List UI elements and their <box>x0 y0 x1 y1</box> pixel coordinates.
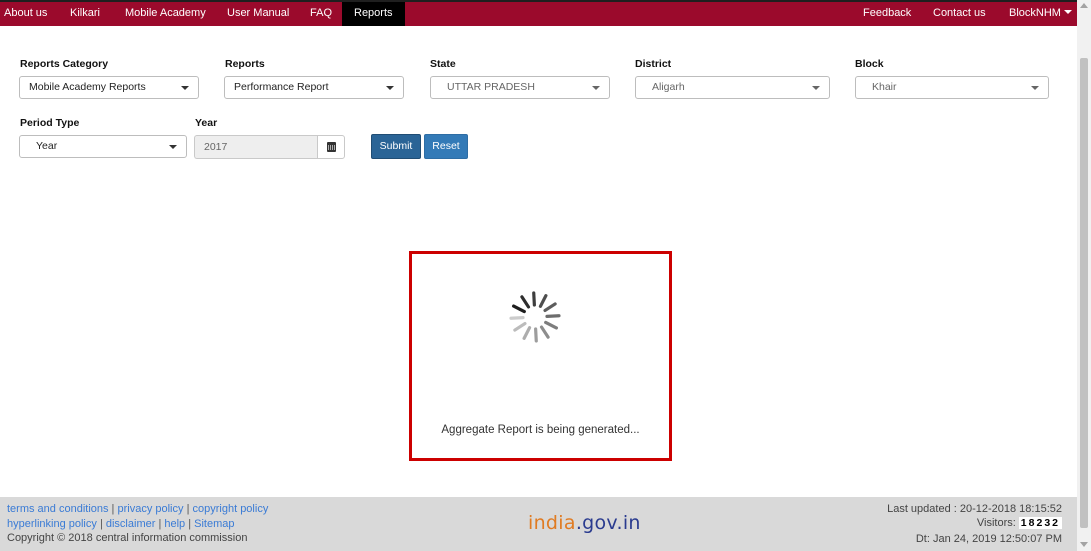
scroll-down-arrow-icon[interactable] <box>1080 542 1088 547</box>
state-label: State <box>430 58 456 70</box>
india-gov-logo[interactable]: india.gov.in <box>528 512 641 534</box>
visitors-count: 18232 <box>1018 517 1062 529</box>
nav-about-us[interactable]: About us <box>4 2 47 26</box>
year-label: Year <box>195 117 218 129</box>
spinner-spoke <box>513 321 527 332</box>
help-link[interactable]: help <box>164 518 185 530</box>
submit-button[interactable]: Submit <box>371 134 421 159</box>
reports-category-value: Mobile Academy Reports <box>29 81 146 93</box>
nav-reports[interactable]: Reports <box>342 2 405 26</box>
current-date-time: Dt: Jan 24, 2019 12:50:07 PM <box>915 533 1062 545</box>
footer: terms and conditions | privacy policy | … <box>0 497 1077 551</box>
sitemap-link[interactable]: Sitemap <box>194 518 234 530</box>
hyperlinking-policy-link[interactable]: hyperlinking policy <box>7 518 97 530</box>
calendar-button[interactable] <box>317 135 345 159</box>
scroll-up-arrow-icon[interactable] <box>1080 3 1088 8</box>
copyright-policy-link[interactable]: copyright policy <box>193 503 269 515</box>
block-label: Block <box>855 58 884 70</box>
spinner-spoke <box>522 326 532 340</box>
period-type-value: Year <box>36 140 58 152</box>
user-menu-label: BlockNHM <box>1009 7 1061 19</box>
period-type-label: Period Type <box>20 117 80 129</box>
reports-category-label: Reports Category <box>20 58 109 70</box>
block-select[interactable]: Khair <box>855 76 1049 99</box>
scrollbar-thumb[interactable] <box>1080 58 1088 528</box>
period-type-select[interactable]: Year <box>19 135 187 158</box>
spinner-spoke <box>544 320 558 330</box>
top-navigation-bar: About us Kilkari Mobile Academy User Man… <box>0 0 1077 26</box>
nav-contact-us[interactable]: Contact us <box>933 2 986 26</box>
last-updated: Last updated : 20-12-2018 18:15:52 <box>887 503 1062 515</box>
visitors-label: Visitors: <box>976 517 1016 529</box>
spinner-spoke <box>512 304 526 314</box>
disclaimer-link[interactable]: disclaimer <box>106 518 156 530</box>
footer-links-row-1: terms and conditions | privacy policy | … <box>7 503 269 515</box>
footer-links-row-2: hyperlinking policy | disclaimer | help … <box>7 518 235 530</box>
nav-faq[interactable]: FAQ <box>310 2 332 26</box>
spinner-spoke <box>539 325 550 339</box>
spinner-spoke <box>538 294 548 308</box>
spinner-spoke <box>520 295 531 309</box>
caret-down-icon <box>1063 10 1072 14</box>
reports-select[interactable]: Performance Report <box>224 76 404 99</box>
district-label: District <box>635 58 672 70</box>
chevron-down-icon <box>812 86 820 90</box>
state-select[interactable]: UTTAR PRADESH <box>430 76 610 99</box>
user-menu[interactable]: BlockNHM <box>1009 2 1072 26</box>
vertical-scrollbar[interactable] <box>1077 0 1091 551</box>
nav-kilkari[interactable]: Kilkari <box>70 2 100 26</box>
block-value: Khair <box>872 81 897 93</box>
chevron-down-icon <box>1031 86 1039 90</box>
district-value: Aligarh <box>652 81 685 93</box>
nav-feedback[interactable]: Feedback <box>863 2 911 26</box>
chevron-down-icon <box>181 86 189 90</box>
year-input[interactable]: 2017 <box>194 135 318 159</box>
spinner-spoke <box>543 302 557 313</box>
nav-user-manual[interactable]: User Manual <box>227 2 289 26</box>
state-value: UTTAR PRADESH <box>447 81 535 93</box>
reset-button[interactable]: Reset <box>424 134 468 159</box>
spinner-spoke <box>509 316 525 320</box>
spinner-icon <box>509 291 561 343</box>
spinner-spoke <box>532 291 536 307</box>
privacy-link[interactable]: privacy policy <box>117 503 183 515</box>
chevron-down-icon <box>169 145 177 149</box>
chevron-down-icon <box>386 86 394 90</box>
spinner-spoke <box>545 314 561 318</box>
chevron-down-icon <box>592 86 600 90</box>
reports-category-select[interactable]: Mobile Academy Reports <box>19 76 199 99</box>
nav-mobile-academy[interactable]: Mobile Academy <box>125 2 206 26</box>
copyright-text: Copyright © 2018 central information com… <box>7 532 248 544</box>
loading-dialog: Aggregate Report is being generated... <box>409 251 672 461</box>
calendar-icon <box>327 142 336 152</box>
spinner-spoke <box>534 327 538 343</box>
terms-link[interactable]: terms and conditions <box>7 503 109 515</box>
visitor-counter: Visitors: 18232 <box>977 517 1062 529</box>
reports-label: Reports <box>225 58 265 70</box>
district-select[interactable]: Aligarh <box>635 76 830 99</box>
reports-value: Performance Report <box>234 81 329 93</box>
loading-message: Aggregate Report is being generated... <box>441 424 640 436</box>
